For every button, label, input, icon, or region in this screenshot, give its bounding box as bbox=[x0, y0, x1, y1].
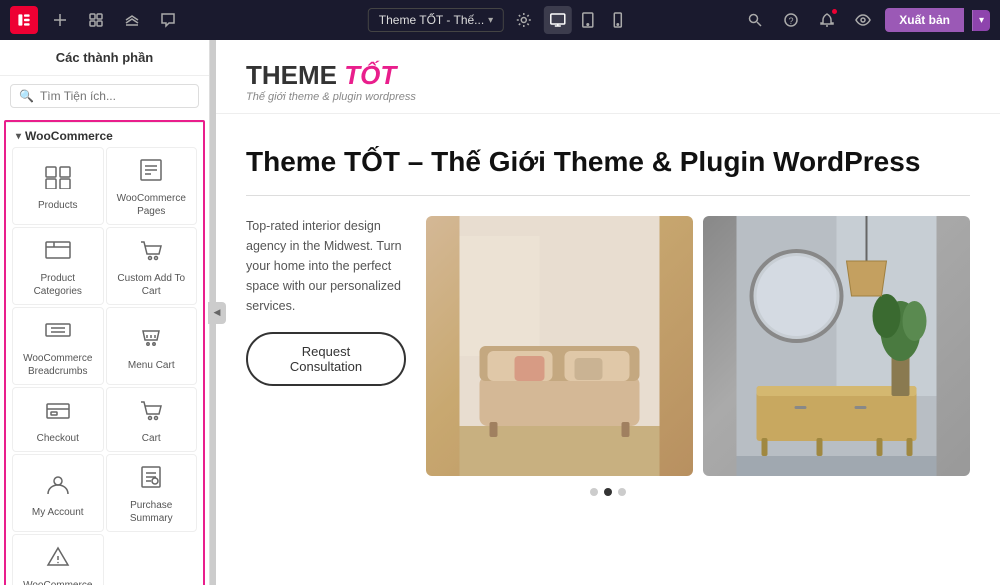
widget-woocommerce-notices[interactable]: WooCommerce Notices bbox=[12, 534, 104, 585]
carousel-dot-2[interactable] bbox=[604, 488, 612, 496]
breadcrumbs-icon bbox=[44, 318, 72, 348]
widget-checkout[interactable]: Checkout bbox=[12, 387, 104, 452]
hero-title: Theme TỐT – Thế Giới Theme & Plugin Word… bbox=[246, 144, 970, 179]
search-icon: 🔍 bbox=[19, 89, 34, 103]
woocommerce-pages-label: WooCommerce Pages bbox=[111, 192, 193, 218]
publish-button[interactable]: Xuất bản bbox=[885, 8, 964, 32]
breadcrumbs-label: WooCommerce Breadcrumbs bbox=[17, 352, 99, 378]
canvas-inner: THEME TỐT Thế giới theme & plugin wordpr… bbox=[216, 40, 1000, 585]
eye-preview-button[interactable] bbox=[849, 6, 877, 34]
mobile-view-button[interactable] bbox=[604, 6, 632, 34]
panel-header: Các thành phần bbox=[0, 40, 209, 76]
products-icon bbox=[44, 165, 72, 195]
widget-woocommerce-pages[interactable]: WooCommerce Pages bbox=[106, 147, 198, 225]
layers-button[interactable] bbox=[118, 6, 146, 34]
widgets-grid: Products WooCommerce Pages bbox=[6, 147, 203, 585]
svg-text:?: ? bbox=[789, 16, 794, 26]
canvas-area: THEME TỐT Thế giới theme & plugin wordpr… bbox=[216, 40, 1000, 585]
help-button[interactable]: ? bbox=[777, 6, 805, 34]
purchase-summary-icon bbox=[137, 465, 165, 495]
products-label: Products bbox=[38, 199, 77, 212]
settings-button[interactable] bbox=[510, 6, 538, 34]
top-bar: Theme TỐT - Thế... ▾ ? bbox=[0, 0, 1000, 40]
widget-product-categories[interactable]: Product Categories bbox=[12, 227, 104, 305]
desktop-view-button[interactable] bbox=[544, 6, 572, 34]
widget-menu-cart[interactable]: Menu Cart bbox=[106, 307, 198, 385]
tablet-view-button[interactable] bbox=[574, 6, 602, 34]
hero-section: Theme TỐT – Thế Giới Theme & Plugin Word… bbox=[216, 114, 1000, 516]
widget-cart[interactable]: Cart bbox=[106, 387, 198, 452]
checkout-icon bbox=[44, 398, 72, 428]
logo-text: THEME TỐT bbox=[246, 60, 416, 91]
top-bar-left bbox=[10, 6, 182, 34]
hero-images bbox=[426, 216, 970, 476]
cart-label: Cart bbox=[142, 432, 161, 445]
section-toggle: ▾ bbox=[16, 131, 21, 142]
checkout-label: Checkout bbox=[37, 432, 79, 445]
carousel-dots bbox=[246, 488, 970, 496]
main-layout: Các thành phần 🔍 ▾ WooCommerce bbox=[0, 40, 1000, 585]
menu-cart-icon bbox=[137, 325, 165, 355]
product-categories-label: Product Categories bbox=[17, 272, 99, 298]
woocommerce-notices-label: WooCommerce Notices bbox=[17, 579, 99, 585]
product-categories-icon bbox=[44, 238, 72, 268]
comments-button[interactable] bbox=[154, 6, 182, 34]
logo-subtitle: Thế giới theme & plugin wordpress bbox=[246, 91, 416, 103]
device-switcher bbox=[544, 6, 632, 34]
widget-custom-add-to-cart[interactable]: Custom Add To Cart bbox=[106, 227, 198, 305]
cart-icon bbox=[137, 398, 165, 428]
my-account-label: My Account bbox=[32, 506, 84, 519]
carousel-dot-1[interactable] bbox=[590, 488, 598, 496]
widget-breadcrumbs[interactable]: WooCommerce Breadcrumbs bbox=[12, 307, 104, 385]
menu-cart-label: Menu Cart bbox=[128, 359, 175, 372]
woocommerce-section: ▾ WooCommerce Products bbox=[4, 120, 205, 585]
woocommerce-pages-icon bbox=[137, 158, 165, 188]
hero-image-2 bbox=[703, 216, 970, 476]
panel-collapse-button[interactable]: ◀ bbox=[208, 302, 226, 324]
navigator-button[interactable] bbox=[82, 6, 110, 34]
custom-add-to-cart-icon bbox=[137, 238, 165, 268]
section-label: WooCommerce bbox=[25, 129, 113, 143]
consultation-button[interactable]: Request Consultation bbox=[246, 332, 406, 386]
widget-purchase-summary[interactable]: Purchase Summary bbox=[106, 454, 198, 532]
dropdown-arrow: ▾ bbox=[488, 15, 493, 26]
widget-products[interactable]: Products bbox=[12, 147, 104, 225]
site-header: THEME TỐT Thế giới theme & plugin wordpr… bbox=[216, 40, 1000, 114]
site-logo: THEME TỐT Thế giới theme & plugin wordpr… bbox=[246, 60, 416, 103]
widget-my-account[interactable]: My Account bbox=[12, 454, 104, 532]
search-input[interactable] bbox=[40, 89, 190, 103]
search-button[interactable] bbox=[741, 6, 769, 34]
woocommerce-section-title[interactable]: ▾ WooCommerce bbox=[6, 122, 203, 147]
publish-dropdown-button[interactable]: ▾ bbox=[972, 10, 990, 31]
logo-theme-part: THEME bbox=[246, 60, 344, 90]
my-account-icon bbox=[44, 472, 72, 502]
add-widget-button[interactable] bbox=[46, 6, 74, 34]
carousel-dot-3[interactable] bbox=[618, 488, 626, 496]
notifications-button[interactable] bbox=[813, 6, 841, 34]
hero-description: Top-rated interior design agency in the … bbox=[246, 216, 406, 316]
hero-image-1 bbox=[426, 216, 693, 476]
woocommerce-notices-icon bbox=[44, 545, 72, 575]
elementor-logo[interactable] bbox=[10, 6, 38, 34]
top-bar-center: Theme TỐT - Thế... ▾ bbox=[368, 6, 632, 34]
hero-content: Top-rated interior design agency in the … bbox=[246, 216, 970, 476]
left-panel: Các thành phần 🔍 ▾ WooCommerce bbox=[0, 40, 210, 585]
page-title-dropdown[interactable]: Theme TỐT - Thế... ▾ bbox=[368, 8, 504, 32]
purchase-summary-label: Purchase Summary bbox=[111, 499, 193, 525]
top-bar-right: ? Xuất bản ▾ bbox=[741, 6, 990, 34]
custom-add-to-cart-label: Custom Add To Cart bbox=[111, 272, 193, 298]
page-title-text: Theme TỐT - Thế... bbox=[379, 13, 484, 27]
hero-text-block: Top-rated interior design agency in the … bbox=[246, 216, 406, 386]
search-box[interactable]: 🔍 bbox=[10, 84, 199, 108]
logo-tot-part: TỐT bbox=[344, 60, 396, 90]
hero-divider bbox=[246, 195, 970, 196]
